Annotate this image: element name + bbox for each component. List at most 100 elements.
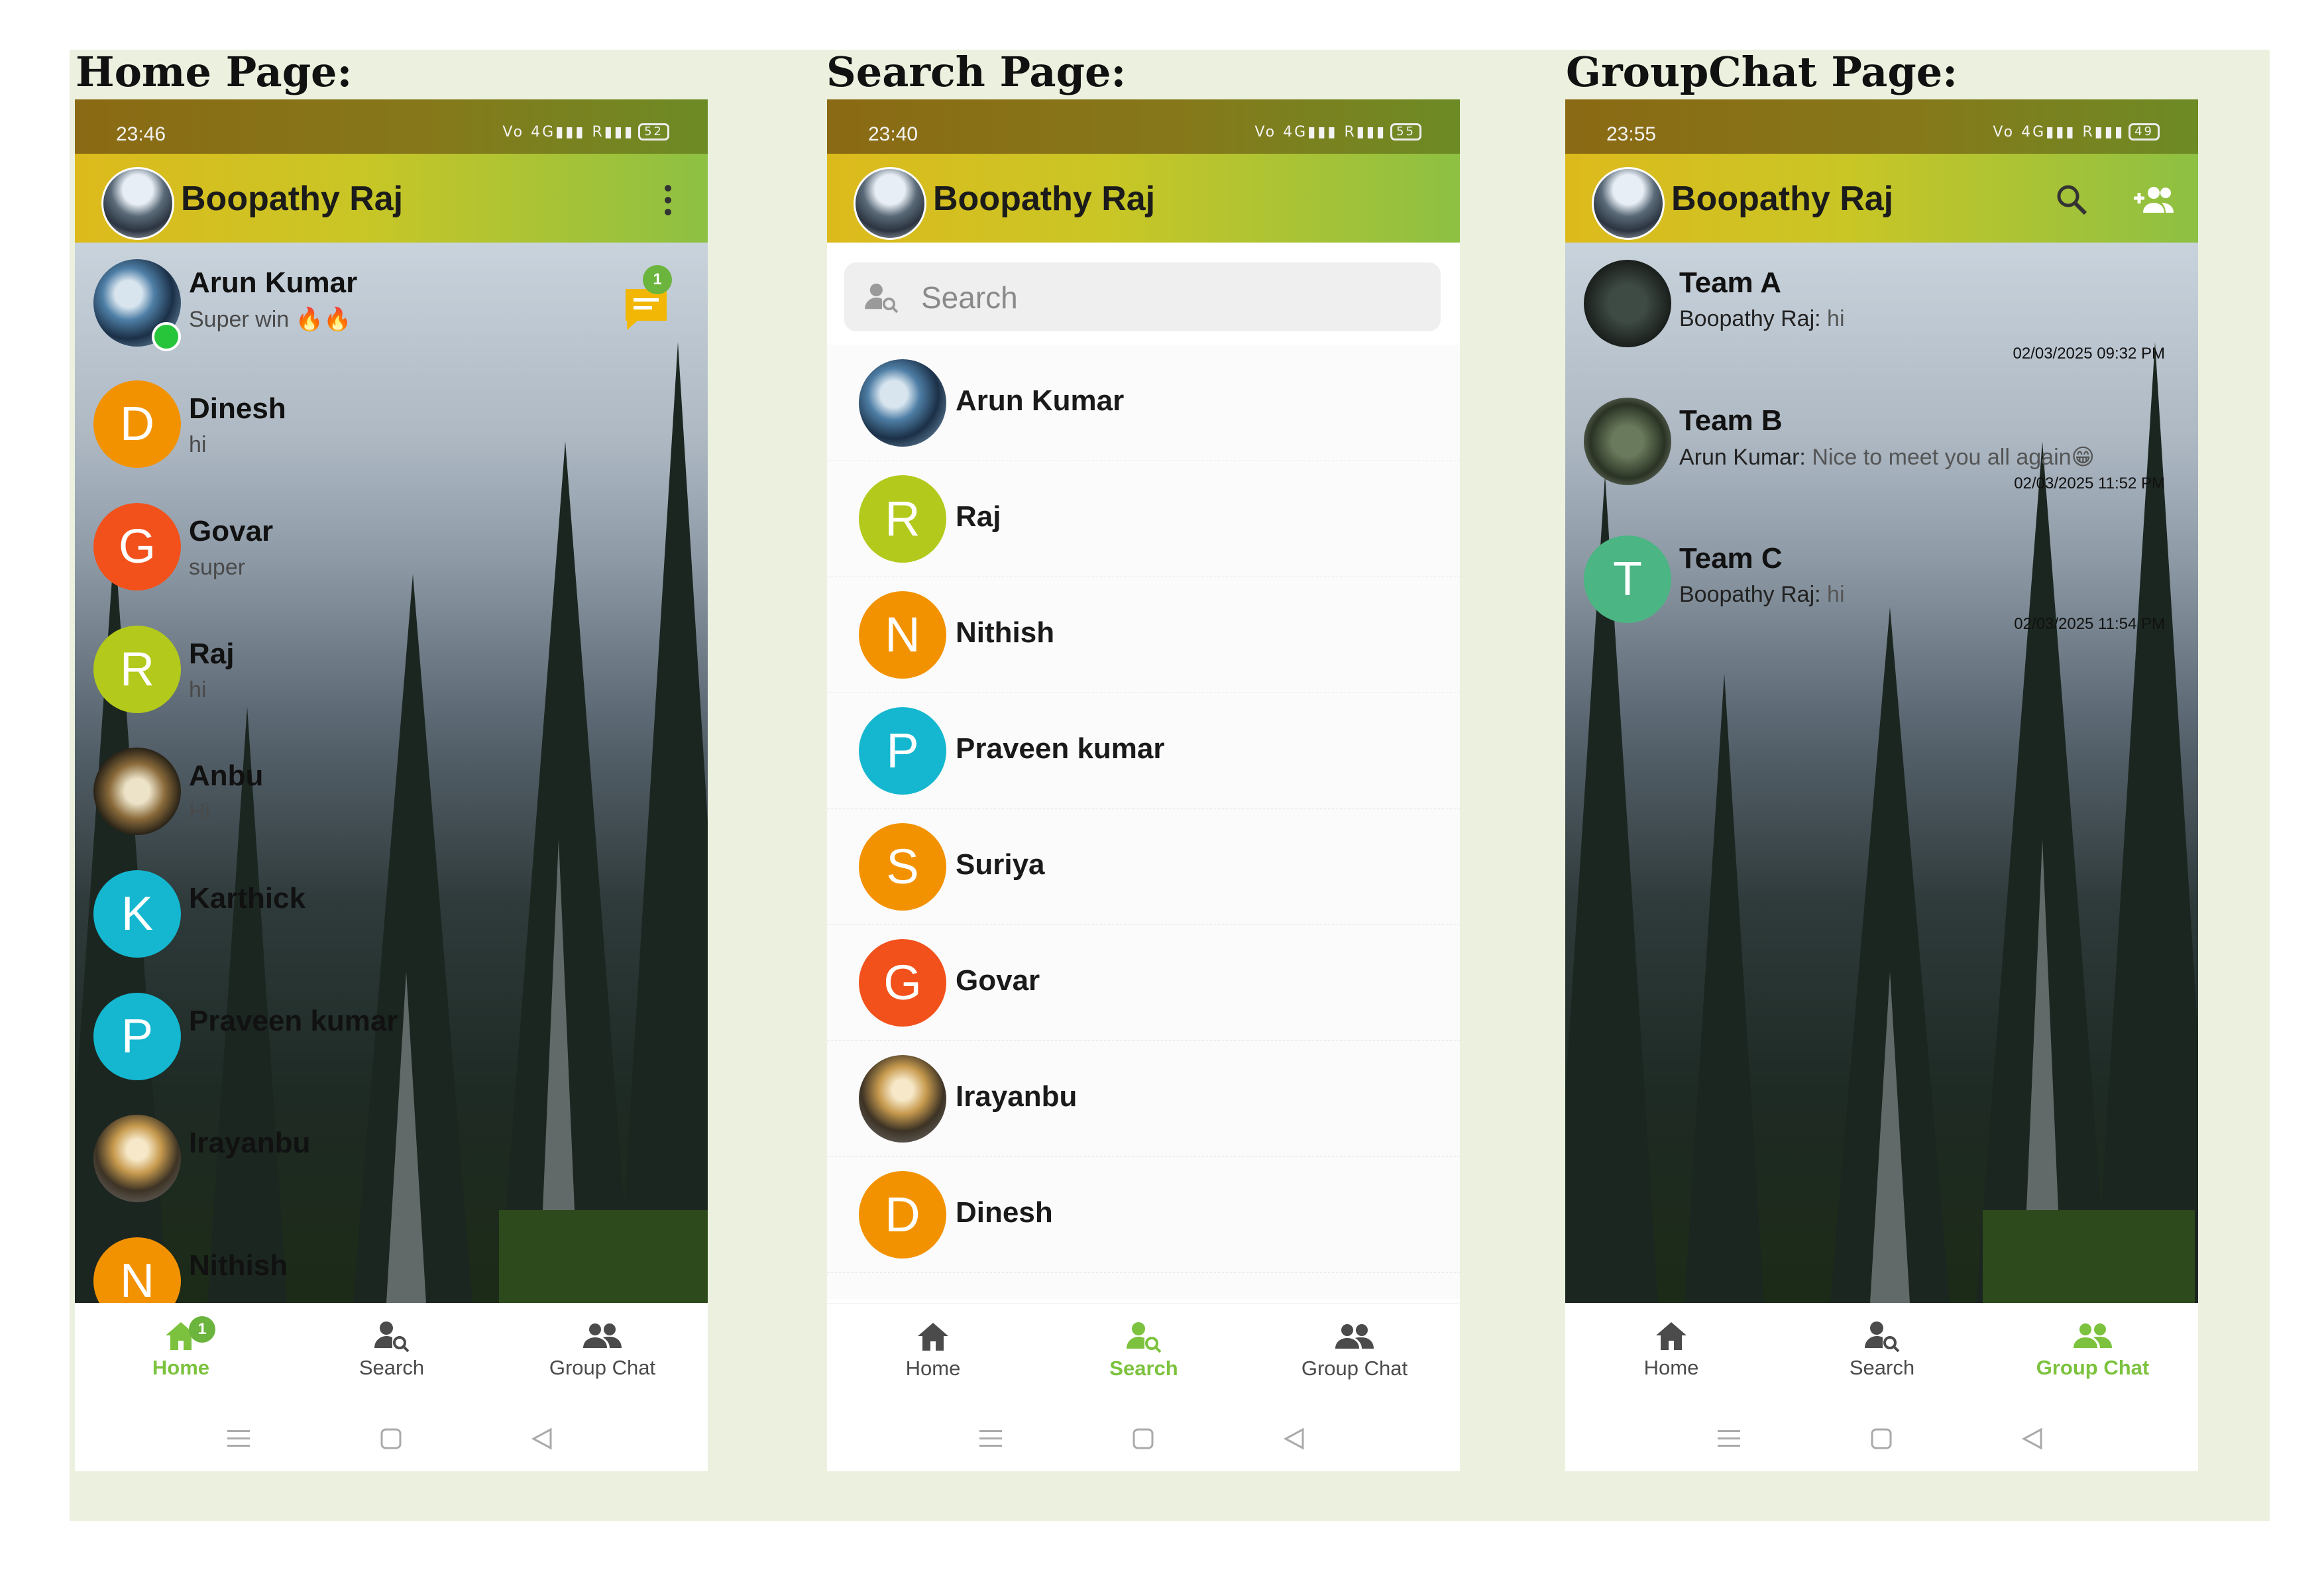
online-status-dot <box>152 322 181 351</box>
groupchat-phone-screen: 23:55 Vo 4G▮▮▮ R▮▮▮ 49 Boopathy Raj Team … <box>1565 99 2198 1471</box>
result-name: Arun Kumar <box>956 384 1125 417</box>
bottom-navigation: Home Search Group Chat <box>1565 1303 2198 1402</box>
group-icon <box>529 1316 675 1356</box>
search-result-item[interactable]: Irayanbu <box>827 1040 1460 1157</box>
status-bar: 23:55 Vo 4G▮▮▮ R▮▮▮ 49 <box>1565 99 2198 154</box>
nav-group-chat-label: Group Chat <box>549 1356 656 1379</box>
back-icon[interactable] <box>1278 1422 1311 1455</box>
profile-avatar[interactable] <box>101 167 174 240</box>
last-message-sender: Boopathy Raj: <box>1679 582 1821 607</box>
last-message: Boopathy Raj: hi <box>1679 306 1845 332</box>
group-name: Team C <box>1679 542 1783 575</box>
search-result-item[interactable]: R Raj <box>827 461 1460 577</box>
search-result-item[interactable]: P Praveen kumar <box>827 693 1460 809</box>
last-message-time: 02/03/2025 11:52 PM <box>2014 475 2165 492</box>
search-result-item[interactable]: N Nithish <box>827 577 1460 693</box>
chat-item-irayanbu[interactable]: Irayanbu <box>75 1108 708 1227</box>
chat-item-govar[interactable]: G Govar super <box>75 496 708 616</box>
chat-item-arun-kumar[interactable]: Arun Kumar Super win 🔥🔥 1 <box>75 249 708 368</box>
chat-preview: hi <box>189 677 207 702</box>
search-placeholder: Search <box>921 280 1018 315</box>
home-button-icon[interactable] <box>1865 1422 1898 1455</box>
chat-preview: super <box>189 555 246 580</box>
recent-apps-icon[interactable] <box>974 1422 1007 1455</box>
person-search-icon <box>319 1316 465 1356</box>
chat-name: Praveen kumar <box>189 1005 398 1037</box>
nav-search-tab[interactable]: Search <box>1809 1316 1955 1380</box>
nav-unread-badge: 1 <box>189 1316 215 1343</box>
recent-apps-icon[interactable] <box>222 1422 255 1455</box>
status-bar: 23:40 Vo 4G▮▮▮ R▮▮▮ 55 <box>827 99 1460 154</box>
group-name: Team A <box>1679 266 1782 299</box>
status-time: 23:55 <box>1606 123 1657 145</box>
nav-home-label: Home <box>1643 1356 1699 1379</box>
signal-icons: Vo 4G▮▮▮ R▮▮▮ 49 <box>1993 123 2160 140</box>
nav-group-chat-tab[interactable]: Group Chat <box>2020 1316 2166 1380</box>
chat-item-karthick[interactable]: K Karthick <box>75 864 708 983</box>
person-search-icon <box>863 282 900 320</box>
group-item-team-a[interactable]: Team A Boopathy Raj: hi 02/03/2025 09:32… <box>1565 249 2198 382</box>
chat-item-nithish[interactable]: N Nithish <box>75 1231 708 1303</box>
avatar <box>93 748 181 835</box>
recent-apps-icon[interactable] <box>1712 1422 1745 1455</box>
signal-icons: Vo 4G▮▮▮ R▮▮▮ 55 <box>1254 123 1421 140</box>
avatar <box>859 359 946 447</box>
home-page-title: Home Page: <box>76 48 353 96</box>
group-icon <box>2020 1316 2166 1356</box>
profile-avatar[interactable] <box>1592 167 1665 240</box>
app-bar: Boopathy Raj <box>1565 154 2198 243</box>
chat-item-raj[interactable]: R Raj hi <box>75 619 708 738</box>
groupchat-page-title: GroupChat Page: <box>1566 48 1958 96</box>
avatar: G <box>859 939 946 1027</box>
home-button-icon[interactable] <box>374 1422 408 1455</box>
profile-avatar[interactable] <box>854 167 926 240</box>
back-icon[interactable] <box>2016 1422 2049 1455</box>
chat-item-anbu[interactable]: Anbu Hi <box>75 741 708 860</box>
last-message-sender: Boopathy Raj: <box>1679 306 1821 331</box>
avatar: N <box>93 1237 181 1303</box>
search-result-item[interactable]: Arun Kumar <box>827 345 1460 461</box>
search-result-item[interactable]: S Suriya <box>827 809 1460 925</box>
group-item-team-b[interactable]: Team B Arun Kumar: Nice to meet you all … <box>1565 387 2198 520</box>
result-name: Irayanbu <box>956 1080 1078 1113</box>
search-result-item[interactable]: G Govar <box>827 925 1460 1041</box>
nav-search-label: Search <box>1849 1356 1915 1379</box>
chat-item-praveen-kumar[interactable]: P Praveen kumar <box>75 986 708 1105</box>
nav-search-tab[interactable]: Search <box>319 1316 465 1380</box>
menu-kebab-icon[interactable] <box>648 180 688 220</box>
group-avatar <box>1584 398 1671 485</box>
avatar: S <box>859 823 946 911</box>
search-input[interactable]: Search <box>844 262 1441 331</box>
home-button-icon[interactable] <box>1127 1422 1160 1455</box>
avatar <box>859 1055 946 1143</box>
nav-search-label: Search <box>1109 1357 1178 1380</box>
person-search-icon <box>1071 1317 1217 1357</box>
last-message-time: 02/03/2025 09:32 PM <box>2013 345 2165 363</box>
nav-home-tab[interactable]: Home <box>1598 1316 1744 1380</box>
search-result-item[interactable]: D Dinesh <box>827 1156 1460 1273</box>
system-navigation-bar <box>1565 1402 2198 1471</box>
last-message-text: Nice to meet you all again😁 <box>1812 445 2095 470</box>
group-item-team-c[interactable]: T Team C Boopathy Raj: hi 02/03/2025 11:… <box>1565 525 2198 657</box>
nav-group-chat-label: Group Chat <box>1301 1357 1408 1380</box>
search-icon[interactable] <box>2052 180 2092 220</box>
system-navigation-bar <box>75 1402 708 1471</box>
app-bar: Boopathy Raj <box>75 154 708 243</box>
status-bar: 23:46 Vo 4G▮▮▮ R▮▮▮ 52 <box>75 99 708 154</box>
last-message-text: hi <box>1827 582 1845 607</box>
bottom-navigation: Home Search Group Chat <box>827 1303 1460 1403</box>
nav-group-chat-tab[interactable]: Group Chat <box>529 1316 675 1380</box>
app-bar-user-name: Boopathy Raj <box>1671 180 1894 218</box>
chat-item-dinesh[interactable]: D Dinesh hi <box>75 374 708 493</box>
back-icon[interactable] <box>526 1422 559 1455</box>
nav-group-chat-tab[interactable]: Group Chat <box>1282 1317 1427 1380</box>
nav-home-tab[interactable]: 1 Home <box>108 1316 254 1380</box>
status-time: 23:46 <box>116 123 166 145</box>
nav-search-label: Search <box>359 1356 425 1379</box>
add-group-icon[interactable] <box>2125 180 2178 220</box>
result-name: Suriya <box>956 848 1045 881</box>
last-message: Arun Kumar: Nice to meet you all again😁 <box>1679 444 2095 471</box>
signal-icons: Vo 4G▮▮▮ R▮▮▮ 52 <box>502 123 669 140</box>
nav-search-tab[interactable]: Search <box>1071 1317 1217 1380</box>
nav-home-tab[interactable]: Home <box>860 1317 1006 1380</box>
